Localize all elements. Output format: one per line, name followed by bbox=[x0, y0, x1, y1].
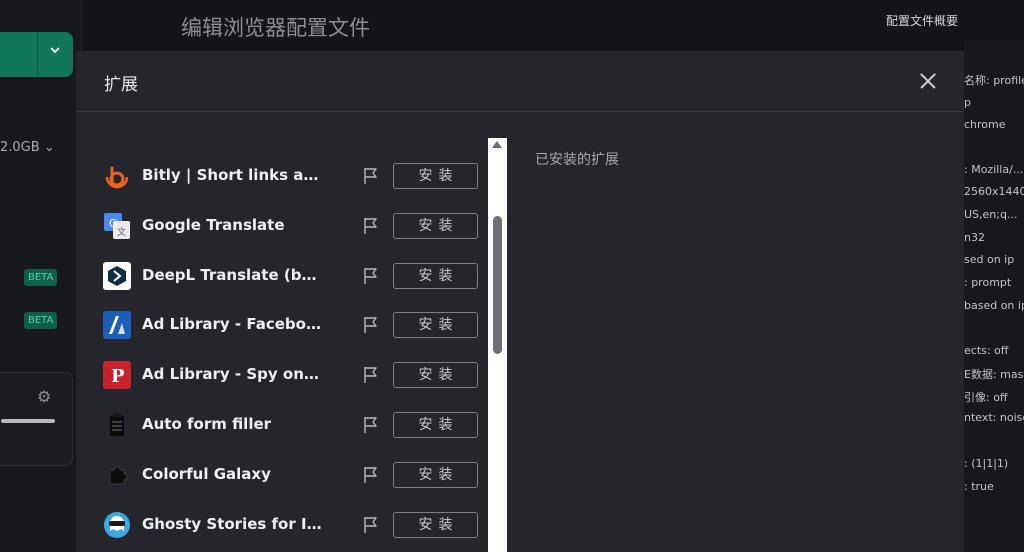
close-icon[interactable] bbox=[916, 69, 940, 93]
summary-line: chrome bbox=[964, 118, 1006, 131]
summary-line: ntext: noise bbox=[964, 411, 1024, 424]
extensions-dialog: 扩展 Bitly | Short links and... 安装 G 文 Google … bbox=[76, 51, 964, 552]
install-button[interactable]: 安装 bbox=[393, 461, 478, 488]
summary-line: 名称: profile bbox=[964, 74, 1024, 87]
extension-name: Ghosty Stories for Ins... bbox=[142, 514, 322, 533]
extension-row: DeepL Translate (beta v... 安装 bbox=[76, 252, 506, 302]
extension-name: Bitly | Short links and... bbox=[142, 166, 322, 184]
installed-extensions-label: 已安装的扩展 bbox=[535, 152, 619, 168]
flag-icon[interactable] bbox=[363, 516, 379, 534]
extension-name: Auto form filler bbox=[142, 415, 272, 433]
summary-line: : prompt bbox=[964, 276, 1012, 289]
page-title: 编辑浏览器配置文件 bbox=[181, 16, 370, 40]
gear-icon[interactable]: ⚙ bbox=[37, 387, 51, 406]
scrollbar[interactable] bbox=[488, 138, 507, 552]
settings-card: ⚙ bbox=[0, 372, 73, 466]
summary-line: p bbox=[964, 96, 971, 109]
summary-line: : Mozilla/... bbox=[964, 163, 1024, 176]
install-button[interactable]: 安装 bbox=[393, 511, 478, 538]
flag-icon[interactable] bbox=[363, 167, 379, 185]
summary-line: 2560x1440 bbox=[964, 185, 1024, 198]
extension-name: Ad Library - Facebook ... bbox=[142, 315, 322, 334]
scroll-up-arrow[interactable] bbox=[492, 141, 502, 148]
summary-line: US,en;q... bbox=[964, 208, 1018, 221]
extension-name: Google Translate bbox=[142, 215, 285, 234]
google-translate-icon: G文 bbox=[103, 212, 131, 240]
split-divider bbox=[37, 32, 38, 77]
profile-summary-panel: 名称: profile p chrome : Mozilla/... 2560x1440… bbox=[964, 40, 1024, 552]
puzzle-icon bbox=[103, 461, 131, 489]
summary-title: 配置文件概要 bbox=[886, 14, 959, 28]
flag-icon[interactable] bbox=[363, 466, 379, 484]
install-button[interactable]: 安装 bbox=[393, 163, 478, 189]
summary-line: ects: off bbox=[964, 344, 1009, 357]
dialog-title: 扩展 bbox=[104, 75, 138, 95]
beta-badge: BETA bbox=[24, 312, 58, 329]
extension-row: Ad Library - Facebook ... 安装 bbox=[76, 301, 506, 351]
ghost-icon bbox=[103, 511, 131, 539]
dialog-header: 扩展 bbox=[76, 51, 964, 112]
extension-list: Bitly | Short links and... 安装 G 文 Google Tra… bbox=[76, 113, 506, 552]
summary-line: E数据: mask bbox=[964, 368, 1024, 381]
install-button[interactable]: 安装 bbox=[393, 212, 478, 239]
extension-name: Ad Library - Spy on Co... bbox=[142, 365, 322, 384]
install-button[interactable]: 安装 bbox=[393, 312, 478, 339]
split-button[interactable] bbox=[0, 32, 73, 77]
extension-row: G 文 Google Translate 安装 bbox=[76, 202, 506, 252]
summary-line: 引像: off bbox=[964, 391, 1008, 404]
ad-library-spy-icon: P bbox=[103, 361, 131, 390]
bitly-icon bbox=[103, 162, 131, 190]
flag-icon[interactable] bbox=[363, 217, 379, 235]
chevron-down-icon[interactable] bbox=[49, 44, 61, 59]
extension-row: Ghosty Stories for Ins... 安装 bbox=[76, 501, 506, 551]
flag-icon[interactable] bbox=[363, 316, 379, 334]
extension-row: Bitly | Short links and... 安装 bbox=[76, 152, 506, 202]
flag-icon[interactable] bbox=[363, 366, 379, 384]
svg-text:P: P bbox=[111, 366, 125, 387]
install-button[interactable]: 安装 bbox=[393, 362, 478, 389]
slider-track[interactable] bbox=[1, 419, 55, 423]
summary-line: : (1|1|1) bbox=[964, 457, 1009, 470]
flag-icon[interactable] bbox=[363, 267, 379, 285]
extension-row: Auto form filler 安装 bbox=[76, 401, 506, 451]
extension-name: DeepL Translate (beta v... bbox=[142, 265, 322, 284]
extension-name: Colorful Galaxy bbox=[142, 464, 271, 483]
background-sidebar: 2.0GB ⌄ BETA BETA ⚙ bbox=[0, 0, 82, 552]
beta-badge: BETA bbox=[24, 269, 58, 286]
ad-library-facebook-icon bbox=[103, 311, 131, 340]
summary-line: n32 bbox=[964, 231, 985, 244]
summary-line: : true bbox=[964, 480, 994, 493]
memory-selector[interactable]: 2.0GB ⌄ bbox=[0, 140, 55, 155]
install-button[interactable]: 安装 bbox=[393, 262, 478, 289]
summary-line: based on ip bbox=[964, 299, 1024, 312]
clipboard-icon bbox=[103, 411, 131, 439]
deepl-icon bbox=[103, 261, 131, 290]
flag-icon[interactable] bbox=[363, 416, 379, 434]
memory-value: 2.0GB bbox=[0, 140, 40, 155]
extension-row: Colorful Galaxy 安装 bbox=[76, 451, 506, 501]
install-button[interactable]: 安装 bbox=[393, 412, 478, 438]
summary-line: sed on ip bbox=[964, 253, 1015, 266]
scroll-thumb[interactable] bbox=[493, 216, 502, 354]
chevron-down-icon: ⌄ bbox=[43, 140, 55, 155]
extension-row: P Ad Library - Spy on Co... 安装 bbox=[76, 351, 506, 401]
svg-text:文: 文 bbox=[117, 226, 126, 238]
